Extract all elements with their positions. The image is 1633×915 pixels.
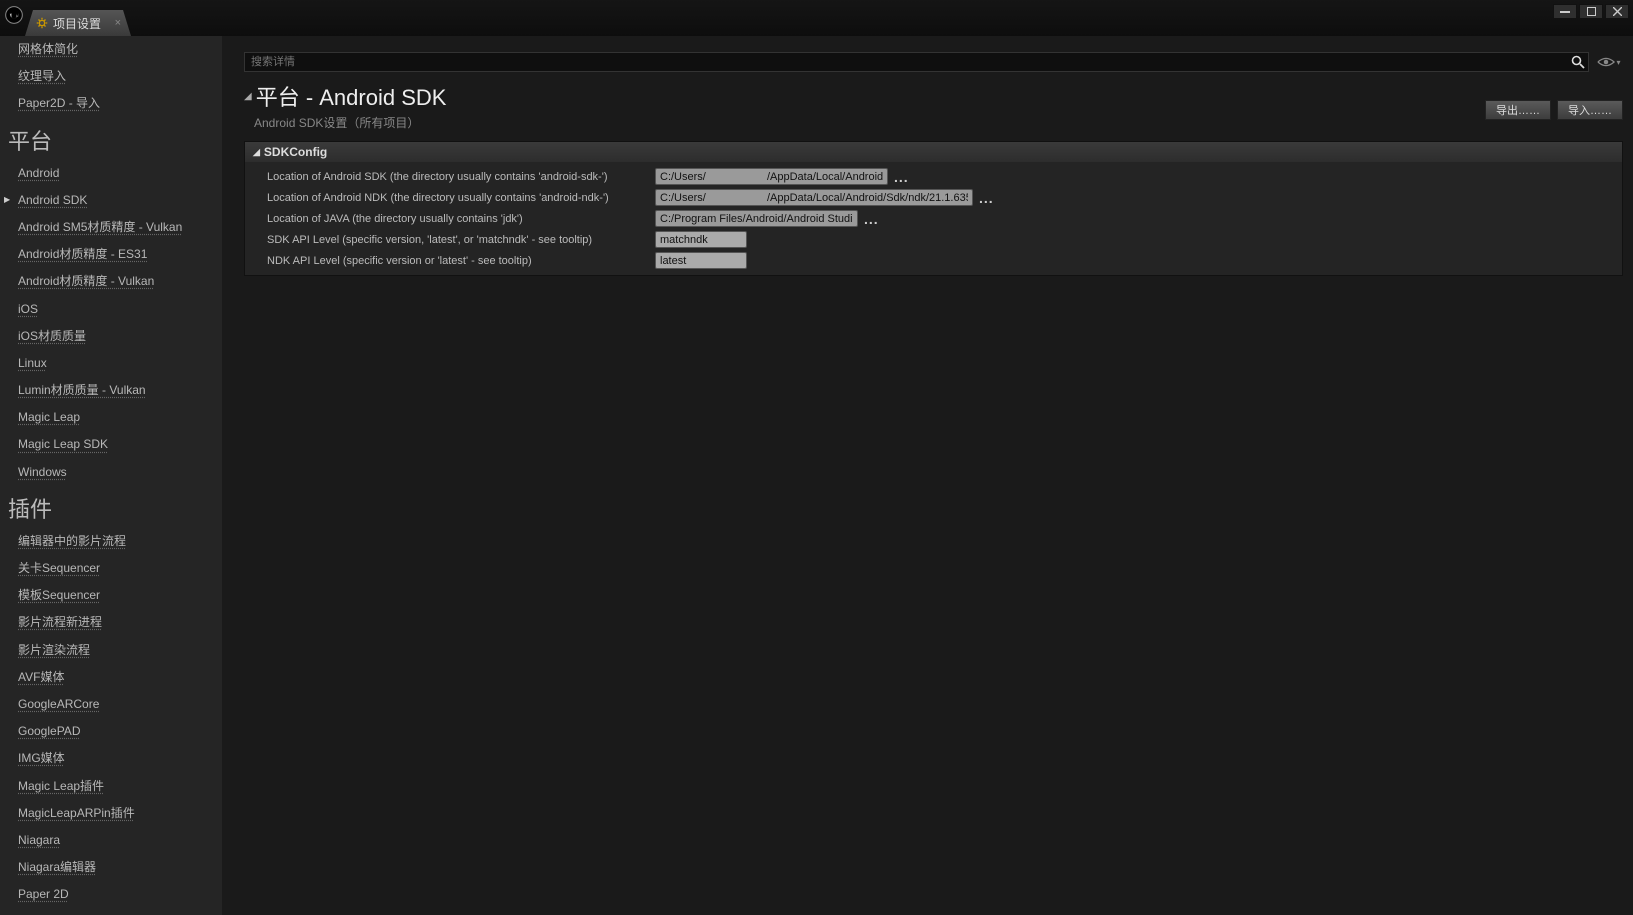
browse-button[interactable]: ... <box>979 190 994 206</box>
sidebar-item[interactable]: MagicLeapARPin插件 <box>0 800 222 827</box>
sidebar-item[interactable]: GooglePAD <box>0 718 222 745</box>
eye-icon <box>1597 56 1615 68</box>
sidebar-item[interactable]: Paper 2D <box>0 881 222 908</box>
sidebar-section-plugins: 插件 <box>0 486 222 528</box>
sidebar-item[interactable]: IMG媒体 <box>0 745 222 772</box>
sidebar-item[interactable]: 纹理导入 <box>0 63 222 90</box>
search-icon[interactable] <box>1571 55 1585 72</box>
sidebar-section-platforms: 平台 <box>0 118 222 160</box>
sidebar-item[interactable]: 编辑器中的影片流程 <box>0 528 222 555</box>
sidebar-item[interactable]: 网格体简化 <box>0 36 222 63</box>
property-label: NDK API Level (specific version or 'late… <box>245 255 655 267</box>
sidebar-item[interactable]: Magic Leap插件 <box>0 773 222 800</box>
tab-project-settings[interactable]: 项目设置 × <box>25 10 131 36</box>
export-button[interactable]: 导出…… <box>1485 100 1551 120</box>
property-label: SDK API Level (specific version, 'latest… <box>245 234 655 246</box>
sidebar-item[interactable]: iOS <box>0 296 222 323</box>
sidebar-item[interactable]: Android材质精度 - Vulkan <box>0 268 222 295</box>
sidebar-item[interactable]: Niagara <box>0 827 222 854</box>
panel-title: SDKConfig <box>264 145 327 159</box>
sidebar-item[interactable]: 模板Sequencer <box>0 582 222 609</box>
property-row: Location of Android SDK (the directory u… <box>245 166 1622 187</box>
browse-button[interactable]: ... <box>894 169 909 185</box>
sidebar-item[interactable]: iOS材质质量 <box>0 323 222 350</box>
property-row: NDK API Level (specific version or 'late… <box>245 250 1622 271</box>
property-label: Location of Android NDK (the directory u… <box>245 192 655 204</box>
close-icon[interactable]: × <box>115 17 121 29</box>
tab-label: 项目设置 <box>53 15 101 32</box>
browse-button[interactable]: ... <box>864 211 879 227</box>
sidebar-item[interactable]: Android <box>0 160 222 187</box>
sidebar-item[interactable]: Linux <box>0 350 222 377</box>
window-controls <box>1553 4 1629 19</box>
sidebar-item[interactable]: Windows <box>0 459 222 486</box>
property-row: Location of Android NDK (the directory u… <box>245 187 1622 208</box>
property-input[interactable] <box>655 168 888 185</box>
sidebar-item[interactable]: 影片渲染流程 <box>0 637 222 664</box>
sidebar-item[interactable]: Lumin材质质量 - Vulkan <box>0 377 222 404</box>
property-input[interactable] <box>655 231 747 248</box>
property-input[interactable] <box>655 252 747 269</box>
sdkconfig-panel: ◢ SDKConfig Location of Android SDK (the… <box>244 141 1623 276</box>
sidebar-item[interactable]: AVF媒体 <box>0 664 222 691</box>
sidebar-item[interactable]: Magic Leap SDK <box>0 431 222 458</box>
minimize-button[interactable] <box>1553 4 1577 19</box>
sidebar-item[interactable]: Android SDK <box>0 187 222 214</box>
search-input[interactable] <box>244 52 1589 72</box>
sidebar[interactable]: 网格体简化纹理导入Paper2D - 导入平台AndroidAndroid SD… <box>0 36 222 915</box>
chevron-down-icon[interactable]: ◢ <box>244 91 252 102</box>
property-input[interactable] <box>655 210 858 227</box>
sidebar-item[interactable]: TCP Messaging <box>0 908 222 915</box>
sidebar-item[interactable]: Android材质精度 - ES31 <box>0 241 222 268</box>
content-area: ▾ ◢ 平台 - Android SDK Android SDK设置（所有项目）… <box>222 36 1633 915</box>
visibility-toggle[interactable]: ▾ <box>1595 53 1623 71</box>
unreal-logo-icon <box>4 5 24 25</box>
property-input[interactable] <box>655 189 973 206</box>
sidebar-item[interactable]: GoogleARCore <box>0 691 222 718</box>
sidebar-item[interactable]: Magic Leap <box>0 404 222 431</box>
sidebar-item[interactable]: Paper2D - 导入 <box>0 90 222 117</box>
property-label: Location of JAVA (the directory usually … <box>245 213 655 225</box>
gear-icon <box>35 16 49 30</box>
sidebar-item[interactable]: Android SM5材质精度 - Vulkan <box>0 214 222 241</box>
titlebar: 项目设置 × <box>0 0 1633 36</box>
page-subtitle: Android SDK设置（所有项目） <box>254 114 446 131</box>
search-box <box>244 52 1589 72</box>
sidebar-item[interactable]: 关卡Sequencer <box>0 555 222 582</box>
sidebar-item[interactable]: Niagara编辑器 <box>0 854 222 881</box>
maximize-button[interactable] <box>1579 4 1603 19</box>
import-button[interactable]: 导入…… <box>1557 100 1623 120</box>
sidebar-item[interactable]: 影片流程新进程 <box>0 609 222 636</box>
property-label: Location of Android SDK (the directory u… <box>245 171 655 183</box>
property-row: SDK API Level (specific version, 'latest… <box>245 229 1622 250</box>
page-title: 平台 - Android SDK <box>256 80 447 112</box>
close-button[interactable] <box>1605 4 1629 19</box>
chevron-down-icon: ◢ <box>253 147 260 158</box>
panel-header[interactable]: ◢ SDKConfig <box>245 142 1622 162</box>
property-row: Location of JAVA (the directory usually … <box>245 208 1622 229</box>
